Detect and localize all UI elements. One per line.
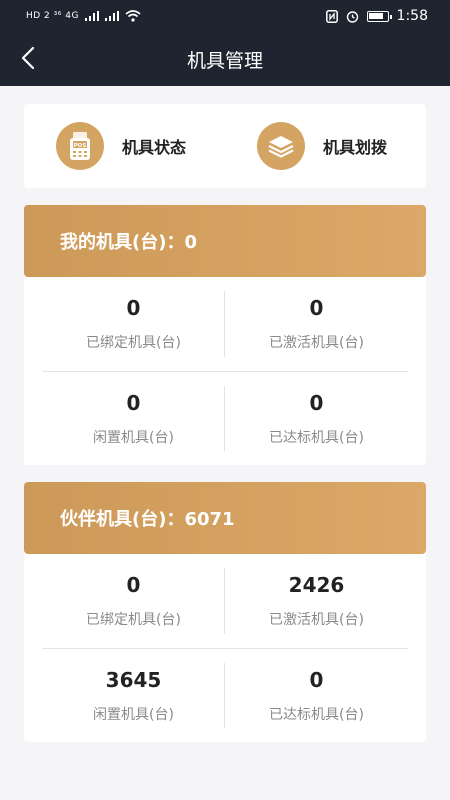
network-indicators: HD 2 ³⁶ 4G <box>26 10 141 22</box>
stat-cell-bound[interactable]: 0 已绑定机具(台) <box>42 554 225 648</box>
stat-value: 0 <box>126 573 141 597</box>
clock: 1:58 <box>396 8 428 24</box>
stat-cell-activated[interactable]: 0 已激活机具(台) <box>225 277 408 371</box>
stat-cell-qualified[interactable]: 0 已达标机具(台) <box>225 649 408 742</box>
stat-cell-activated[interactable]: 2426 已激活机具(台) <box>225 554 408 648</box>
partner-devices-header: 伙伴机具(台)：6071 <box>24 482 426 554</box>
app-header: HD 2 ³⁶ 4G 1:58 机具管理 <box>0 0 450 86</box>
stat-label: 已绑定机具(台) <box>86 612 181 628</box>
stack-layers-icon <box>257 122 305 170</box>
stats-row: 0 已绑定机具(台) 2426 已激活机具(台) <box>42 554 408 648</box>
svg-text:POS: POS <box>74 143 87 149</box>
stat-label: 已达标机具(台) <box>269 706 364 723</box>
partner-devices-grid: 0 已绑定机具(台) 2426 已激活机具(台) 3645 闲置机具(台) 0 … <box>24 554 426 742</box>
my-devices-section: 我的机具(台)：0 0 已绑定机具(台) 0 已激活机具(台) 0 闲置机具(台… <box>24 205 426 465</box>
page-title: 机具管理 <box>186 49 263 72</box>
stat-label: 已激活机具(台) <box>269 612 364 628</box>
stat-value: 0 <box>126 390 141 415</box>
stats-row: 3645 闲置机具(台) 0 已达标机具(台) <box>42 648 408 742</box>
pos-machine-icon: POS <box>56 122 104 170</box>
partner-devices-section: 伙伴机具(台)：6071 0 已绑定机具(台) 2426 已激活机具(台) 36… <box>24 482 426 742</box>
stat-value: 3645 <box>105 667 162 692</box>
menu-label-device-status: 机具状态 <box>122 138 187 157</box>
quick-menu: POS 机具状态 机具划拨 <box>24 104 426 188</box>
stat-label: 已激活机具(台) <box>269 335 364 351</box>
alarm-icon <box>346 10 358 23</box>
stat-label: 已绑定机具(台) <box>86 335 181 351</box>
stat-label: 已达标机具(台) <box>269 429 364 446</box>
back-button[interactable] <box>16 44 44 72</box>
my-devices-grid: 0 已绑定机具(台) 0 已激活机具(台) 0 闲置机具(台) 0 已达标机具(… <box>24 277 426 465</box>
menu-label-device-transfer: 机具划拨 <box>323 138 388 157</box>
stat-cell-idle[interactable]: 3645 闲置机具(台) <box>42 649 225 742</box>
nav-bar: 机具管理 <box>0 32 450 86</box>
network-label: HD 2 ³⁶ 4G <box>26 11 79 21</box>
stat-cell-qualified[interactable]: 0 已达标机具(台) <box>225 372 408 465</box>
stat-value: 0 <box>309 390 324 415</box>
nfc-icon <box>325 9 338 23</box>
battery-icon <box>366 10 392 22</box>
chevron-left-icon <box>21 46 35 70</box>
stat-label: 闲置机具(台) <box>93 429 174 446</box>
status-bar: HD 2 ³⁶ 4G 1:58 <box>0 0 450 32</box>
stat-cell-idle[interactable]: 0 闲置机具(台) <box>42 372 225 465</box>
stats-row: 0 闲置机具(台) 0 已达标机具(台) <box>42 371 408 465</box>
stat-value: 2426 <box>288 573 345 597</box>
stat-cell-bound[interactable]: 0 已绑定机具(台) <box>42 277 225 371</box>
stat-value: 0 <box>126 296 141 320</box>
stat-value: 0 <box>309 667 324 692</box>
stats-row: 0 已绑定机具(台) 0 已激活机具(台) <box>42 277 408 371</box>
wifi-icon <box>125 10 141 22</box>
menu-item-device-status[interactable]: POS 机具状态 <box>24 122 225 170</box>
menu-item-device-transfer[interactable]: 机具划拨 <box>225 122 426 170</box>
signal-icon-2 <box>104 11 119 21</box>
system-indicators: 1:58 <box>325 8 428 24</box>
my-devices-header: 我的机具(台)：0 <box>24 205 426 277</box>
stat-label: 闲置机具(台) <box>93 706 174 723</box>
signal-icon <box>84 11 99 21</box>
stat-value: 0 <box>309 296 324 320</box>
